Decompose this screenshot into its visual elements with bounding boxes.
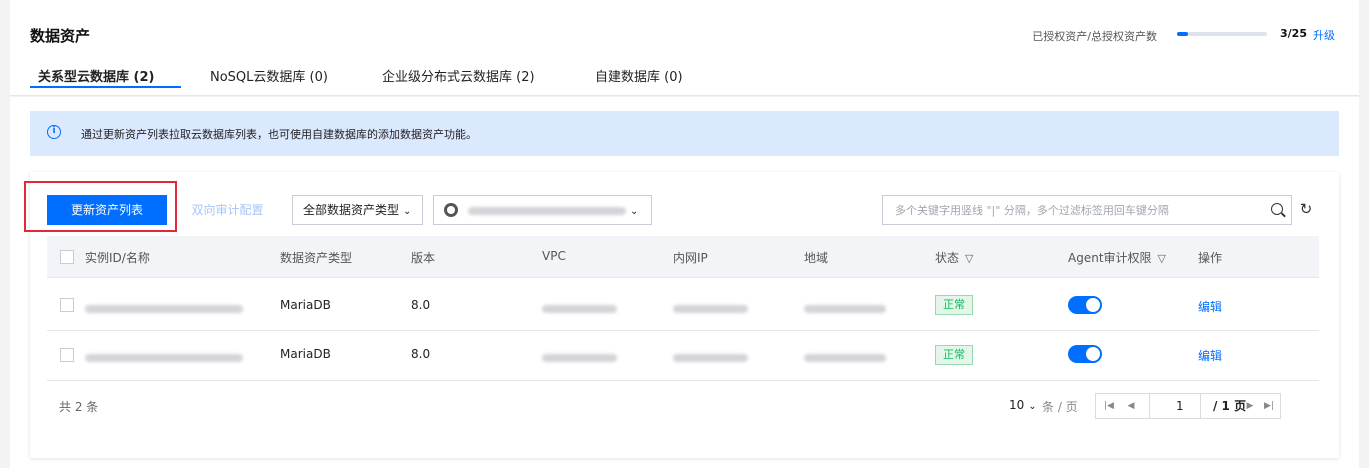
search-input[interactable] bbox=[895, 196, 1255, 224]
instance-id-name[interactable] bbox=[85, 301, 243, 315]
row-checkbox[interactable] bbox=[60, 348, 74, 362]
next-page-icon[interactable]: ▶ bbox=[1241, 394, 1259, 418]
per-page-label: 条 / 页 bbox=[1042, 400, 1078, 414]
row-divider bbox=[47, 330, 1319, 331]
column-header-instance: 实例ID/名称 bbox=[85, 251, 150, 265]
region-cell bbox=[804, 301, 886, 315]
last-page-icon[interactable]: ▶| bbox=[1260, 394, 1278, 418]
column-header-action: 操作 bbox=[1198, 251, 1223, 265]
page-size-select[interactable]: 10 ⌄ bbox=[1009, 398, 1037, 412]
region-select-value bbox=[468, 206, 626, 215]
column-header-asset-type: 数据资产类型 bbox=[280, 251, 353, 265]
tab-nosql-db[interactable]: NoSQL云数据库 (0) bbox=[210, 66, 328, 85]
page-size-value: 10 bbox=[1009, 398, 1025, 412]
prev-page-icon[interactable]: ◀ bbox=[1122, 394, 1140, 418]
version-cell: 8.0 bbox=[411, 347, 431, 361]
column-header-private-ip: 内网IP bbox=[673, 251, 708, 265]
refresh-icon[interactable]: ↻ bbox=[1298, 201, 1314, 217]
select-all-checkbox[interactable] bbox=[60, 250, 74, 264]
tab-distributed-db[interactable]: 企业级分布式云数据库 (2) bbox=[382, 66, 535, 85]
quota-progress-bar bbox=[1177, 32, 1267, 36]
column-header-agent-audit[interactable]: Agent审计权限 ▽ bbox=[1068, 249, 1166, 266]
quota-count: 3/25 bbox=[1280, 27, 1307, 40]
status-badge: 正常 bbox=[935, 345, 973, 365]
agent-audit-toggle[interactable] bbox=[1068, 296, 1102, 314]
instance-id-name[interactable] bbox=[85, 350, 243, 364]
region-select[interactable]: ⌄ bbox=[433, 195, 652, 225]
chevron-down-icon: ⌄ bbox=[403, 206, 412, 217]
edit-link[interactable]: 编辑 bbox=[1198, 347, 1222, 364]
asset-type-cell: MariaDB bbox=[280, 298, 331, 312]
column-header-version: 版本 bbox=[411, 251, 436, 265]
page-title: 数据资产 bbox=[30, 27, 91, 45]
edit-link[interactable]: 编辑 bbox=[1198, 298, 1222, 315]
chevron-down-icon: ⌄ bbox=[1028, 401, 1037, 412]
upgrade-link[interactable]: 升级 bbox=[1313, 27, 1335, 43]
quota-progress-fill bbox=[1177, 32, 1188, 36]
total-count: 共 2 条 bbox=[59, 400, 99, 414]
row-divider bbox=[47, 380, 1319, 381]
private-ip-cell bbox=[673, 301, 748, 315]
column-header-status[interactable]: 状态 ▽ bbox=[935, 249, 973, 266]
agent-audit-toggle[interactable] bbox=[1068, 345, 1102, 363]
active-tab-indicator bbox=[30, 86, 181, 88]
private-ip-cell bbox=[673, 350, 748, 364]
vpc-cell bbox=[542, 350, 617, 364]
pagination: |◀ ◀ 1 / 1 页 ▶ ▶| bbox=[1095, 393, 1281, 419]
filter-icon[interactable]: ▽ bbox=[965, 252, 973, 265]
column-header-status-label: 状态 bbox=[935, 251, 960, 265]
asset-type-select-value: 全部数据资产类型 bbox=[303, 203, 400, 217]
version-cell: 8.0 bbox=[411, 298, 431, 312]
dual-audit-config-button[interactable]: 双向审计配置 bbox=[180, 195, 275, 225]
page-number-input[interactable]: 1 bbox=[1149, 394, 1201, 418]
row-checkbox[interactable] bbox=[60, 298, 74, 312]
quota-label: 已授权资产/总授权资产数 bbox=[1032, 30, 1157, 43]
column-header-vpc: VPC bbox=[542, 249, 566, 263]
first-page-icon[interactable]: |◀ bbox=[1100, 394, 1118, 418]
status-badge: 正常 bbox=[935, 295, 973, 315]
tab-self-built-db[interactable]: 自建数据库 (0) bbox=[595, 66, 683, 85]
tab-relational-db[interactable]: 关系型云数据库 (2) bbox=[38, 66, 154, 85]
column-header-region: 地域 bbox=[804, 251, 829, 265]
notice-text: 通过更新资产列表拉取云数据库列表，也可使用自建数据库的添加数据资产功能。 bbox=[81, 128, 477, 141]
vpc-cell bbox=[542, 301, 617, 315]
globe-icon bbox=[444, 203, 458, 217]
filter-icon[interactable]: ▽ bbox=[1158, 252, 1166, 265]
chevron-down-icon: ⌄ bbox=[630, 206, 639, 217]
search-icon[interactable] bbox=[1271, 203, 1283, 215]
region-cell bbox=[804, 350, 886, 364]
asset-type-cell: MariaDB bbox=[280, 347, 331, 361]
refresh-asset-list-button[interactable]: 更新资产列表 bbox=[47, 195, 167, 225]
info-icon: i bbox=[47, 125, 61, 139]
column-header-agent-audit-label: Agent审计权限 bbox=[1068, 251, 1152, 265]
asset-type-select[interactable]: 全部数据资产类型 ⌄ bbox=[292, 195, 423, 225]
search-box[interactable] bbox=[882, 195, 1292, 225]
